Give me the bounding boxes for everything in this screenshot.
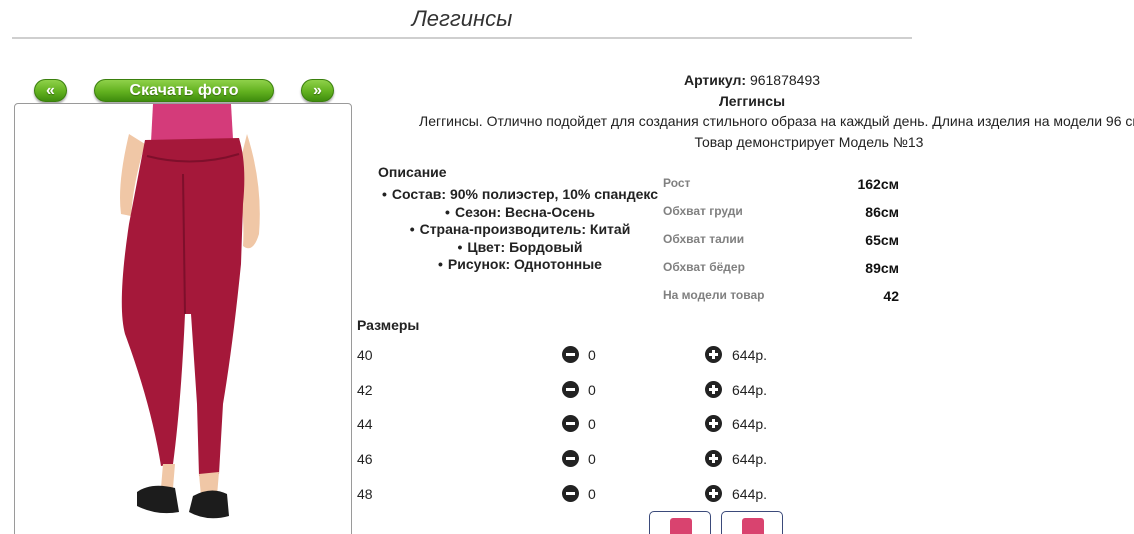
size-quantity: 0	[588, 486, 596, 502]
minus-circle-icon[interactable]	[562, 485, 579, 502]
model-param-value: 65см	[865, 232, 899, 248]
details-list: Состав: 90% полиэстер, 10% спандекс Сезо…	[360, 186, 680, 274]
size-quantity: 0	[588, 451, 596, 467]
size-label: 46	[357, 451, 373, 467]
model-param-label: Рост	[663, 176, 691, 190]
color-thumbnail[interactable]	[721, 511, 783, 534]
size-row: 46 0 644р.	[357, 449, 797, 471]
size-label: 48	[357, 486, 373, 502]
prev-photo-button[interactable]: «	[34, 79, 67, 102]
model-param-row: Обхват талии 65см	[663, 228, 899, 248]
details-item: Страна-производитель: Китай	[360, 221, 680, 239]
size-label: 42	[357, 382, 373, 398]
plus-circle-icon[interactable]	[705, 450, 722, 467]
article-line: Артикул: 961878493	[360, 72, 1134, 88]
article-value: 961878493	[749, 72, 821, 88]
size-label: 44	[357, 416, 373, 432]
product-description: Леггинсы. Отлично подойдет для создания …	[419, 113, 1134, 129]
size-quantity: 0	[588, 416, 596, 432]
size-row: 48 0 644р.	[357, 484, 797, 506]
download-photo-button[interactable]: Скачать фото	[94, 79, 274, 102]
details-item: Состав: 90% полиэстер, 10% спандекс	[360, 186, 680, 204]
model-param-value: 42	[883, 288, 899, 304]
size-row: 40 0 644р.	[357, 345, 797, 367]
size-price: 644р.	[732, 382, 768, 398]
size-price: 644р.	[732, 416, 768, 432]
model-line: Товар демонстрирует Модель №13	[694, 134, 924, 150]
minus-circle-icon[interactable]	[562, 415, 579, 432]
model-param-value: 86см	[865, 204, 899, 220]
model-param-row: Рост 162см	[663, 172, 899, 192]
size-price: 644р.	[732, 451, 768, 467]
product-photo	[14, 103, 352, 534]
plus-circle-icon[interactable]	[705, 346, 722, 363]
size-row: 44 0 644р.	[357, 414, 797, 436]
details-item: Цвет: Бордовый	[360, 239, 680, 257]
model-param-label: Обхват груди	[663, 204, 743, 218]
size-price: 644р.	[732, 347, 768, 363]
product-photo-image	[120, 104, 260, 519]
size-quantity: 0	[588, 347, 596, 363]
size-price: 644р.	[732, 486, 768, 502]
details-item: Сезон: Весна-Осень	[360, 204, 680, 222]
size-quantity: 0	[588, 382, 596, 398]
color-thumbnail[interactable]	[649, 511, 711, 534]
model-param-row: Обхват бёдер 89см	[663, 256, 899, 276]
article-label: Артикул:	[683, 72, 747, 88]
model-param-value: 162см	[857, 176, 899, 192]
model-param-label: На модели товар	[663, 288, 765, 302]
page-title: Леггинсы	[12, 6, 912, 39]
sizes-heading: Размеры	[357, 317, 420, 333]
plus-circle-icon[interactable]	[705, 381, 722, 398]
model-param-row: Обхват груди 86см	[663, 200, 899, 220]
details-item: Рисунок: Однотонные	[360, 256, 680, 274]
minus-circle-icon[interactable]	[562, 346, 579, 363]
size-row: 42 0 644р.	[357, 380, 797, 402]
model-param-row: На модели товар 42	[663, 284, 899, 304]
minus-circle-icon[interactable]	[562, 381, 579, 398]
model-param-value: 89см	[865, 260, 899, 276]
model-param-label: Обхват бёдер	[663, 260, 745, 274]
next-photo-button[interactable]: »	[301, 79, 334, 102]
plus-circle-icon[interactable]	[705, 485, 722, 502]
model-param-label: Обхват талии	[663, 232, 745, 246]
plus-circle-icon[interactable]	[705, 415, 722, 432]
size-label: 40	[357, 347, 373, 363]
details-heading: Описание	[378, 164, 447, 180]
product-name: Леггинсы	[718, 93, 786, 109]
minus-circle-icon[interactable]	[562, 450, 579, 467]
